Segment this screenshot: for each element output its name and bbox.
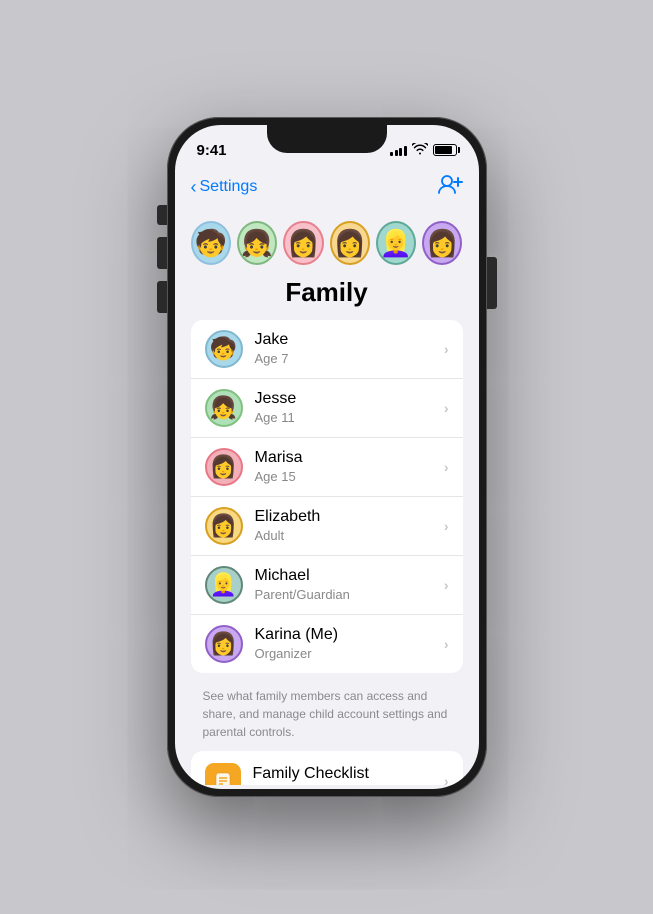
jesse-chevron-icon: ›	[444, 400, 449, 416]
jesse-name: Jesse	[255, 389, 444, 410]
member-elizabeth[interactable]: 👩 Elizabeth Adult ›	[191, 497, 463, 556]
signal-icon	[390, 144, 407, 156]
navigation-bar: ‹ Settings	[175, 169, 479, 209]
status-icons	[390, 143, 457, 158]
volume-up-button	[157, 237, 167, 269]
back-button[interactable]: ‹ Settings	[191, 177, 258, 198]
jake-role: Age 7	[255, 351, 444, 368]
michael-info: Michael Parent/Guardian	[255, 566, 444, 604]
member-jesse[interactable]: 👧 Jesse Age 11 ›	[191, 379, 463, 438]
battery-icon	[433, 144, 457, 156]
family-checklist-item[interactable]: Family Checklist All set ›	[191, 751, 463, 785]
family-checklist-chevron-icon: ›	[444, 773, 449, 785]
status-time: 9:41	[197, 142, 227, 159]
michael-name: Michael	[255, 566, 444, 587]
elizabeth-name: Elizabeth	[255, 507, 444, 528]
marisa-role: Age 15	[255, 469, 444, 486]
karina-chevron-icon: ›	[444, 636, 449, 652]
phone-screen: 9:41	[175, 125, 479, 789]
jesse-avatar: 👧	[205, 389, 243, 427]
avatar-jesse: 👧	[237, 221, 277, 265]
member-marisa[interactable]: 👩 Marisa Age 15 ›	[191, 438, 463, 497]
volume-down-button	[157, 281, 167, 313]
silent-switch	[157, 205, 167, 225]
family-checklist-info: Family Checklist All set	[253, 765, 444, 786]
add-family-button[interactable]	[437, 173, 463, 201]
avatar-marisa: 👩	[283, 221, 323, 265]
member-jake[interactable]: 🧒 Jake Age 7 ›	[191, 320, 463, 379]
karina-name: Karina (Me)	[255, 625, 444, 646]
jake-name: Jake	[255, 330, 444, 351]
back-chevron-icon: ‹	[191, 177, 197, 198]
family-members-list: 🧒 Jake Age 7 › 👧 Jesse Age 11 ›	[191, 320, 463, 673]
wifi-icon	[412, 143, 428, 158]
elizabeth-avatar: 👩	[205, 507, 243, 545]
avatar-row: 🧒 👧 👩 👩 👱‍♀️ 👩	[175, 209, 479, 273]
karina-avatar: 👩	[205, 625, 243, 663]
marisa-avatar: 👩	[205, 448, 243, 486]
scroll-content[interactable]: 🧒 👧 👩 👩 👱‍♀️ 👩 Family 🧒 Jake Age 7 ›	[175, 209, 479, 785]
avatar-elizabeth: 👩	[330, 221, 370, 265]
jesse-role: Age 11	[255, 410, 444, 427]
marisa-name: Marisa	[255, 448, 444, 469]
family-checklist-name: Family Checklist	[253, 765, 444, 783]
member-karina[interactable]: 👩 Karina (Me) Organizer ›	[191, 615, 463, 673]
jake-info: Jake Age 7	[255, 330, 444, 368]
elizabeth-role: Adult	[255, 528, 444, 545]
karina-role: Organizer	[255, 646, 444, 663]
avatar-karina: 👩	[422, 221, 462, 265]
family-checklist-icon	[205, 763, 241, 785]
avatar-jake: 🧒	[191, 221, 231, 265]
family-description: See what family members can access and s…	[175, 681, 479, 751]
elizabeth-info: Elizabeth Adult	[255, 507, 444, 545]
member-michael[interactable]: 👱‍♀️ Michael Parent/Guardian ›	[191, 556, 463, 615]
page-title: Family	[175, 273, 479, 320]
karina-info: Karina (Me) Organizer	[255, 625, 444, 663]
phone-frame: 9:41	[167, 117, 487, 797]
notch	[267, 125, 387, 153]
jake-chevron-icon: ›	[444, 341, 449, 357]
family-checklist-sub: All set	[253, 783, 444, 786]
power-button	[487, 257, 497, 309]
marisa-chevron-icon: ›	[444, 459, 449, 475]
michael-avatar: 👱‍♀️	[205, 566, 243, 604]
family-checklist-card[interactable]: Family Checklist All set ›	[191, 751, 463, 785]
jake-avatar: 🧒	[205, 330, 243, 368]
michael-chevron-icon: ›	[444, 577, 449, 593]
back-label: Settings	[200, 178, 258, 196]
michael-role: Parent/Guardian	[255, 587, 444, 604]
jesse-info: Jesse Age 11	[255, 389, 444, 427]
avatar-michael: 👱‍♀️	[376, 221, 416, 265]
marisa-info: Marisa Age 15	[255, 448, 444, 486]
elizabeth-chevron-icon: ›	[444, 518, 449, 534]
